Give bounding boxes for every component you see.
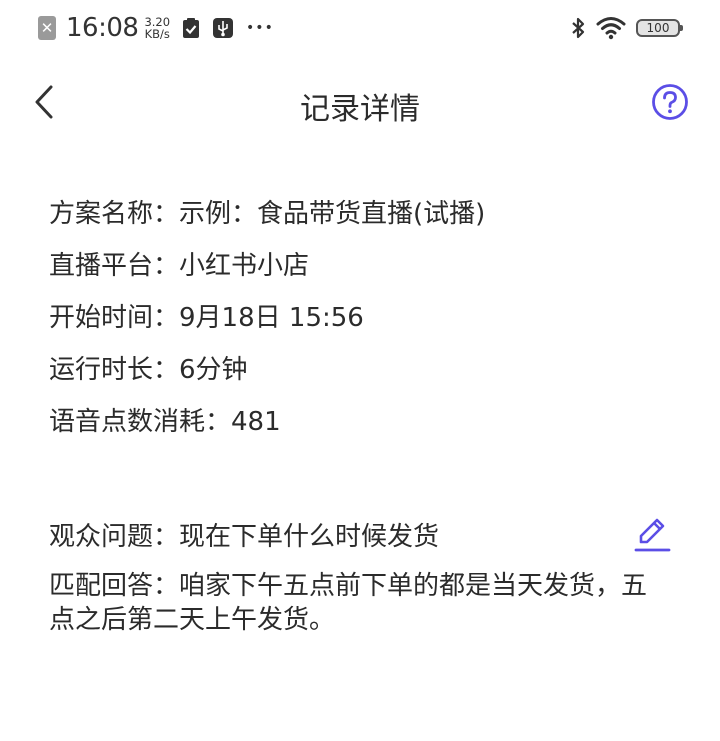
page-title: 记录详情 — [300, 92, 420, 127]
audience-question: 观众问题：现在下单什么时候发货 — [49, 515, 679, 569]
answer-label: 匹配回答： — [49, 571, 180, 601]
start-time-value: 9月18日 15:56 — [179, 303, 364, 333]
clipboard-check-icon — [182, 17, 200, 39]
voice-points-value: 481 — [231, 407, 281, 437]
status-bar: ✕ 16:08 3.20 KB/s ••• 100 — [0, 0, 720, 56]
duration-label: 运行时长： — [49, 355, 180, 385]
detail-row-platform: 直播平台：小红书小店 — [49, 244, 679, 296]
edit-answer-button[interactable] — [631, 513, 673, 557]
detail-row-plan-name: 方案名称：示例：食品带货直播(试播) — [49, 192, 679, 244]
clock: 16:08 — [66, 13, 139, 43]
voice-points-label: 语音点数消耗： — [49, 407, 232, 437]
detail-row-voice-points: 语音点数消耗：481 — [49, 400, 679, 452]
platform-value: 小红书小店 — [179, 251, 310, 281]
start-time-label: 开始时间： — [49, 303, 180, 333]
help-circle-icon — [652, 84, 688, 120]
wifi-icon — [596, 16, 626, 40]
record-details: 方案名称：示例：食品带货直播(试播) 直播平台：小红书小店 开始时间：9月18日… — [49, 192, 679, 452]
plan-name-value: 示例：食品带货直播(试播) — [179, 199, 486, 229]
plan-name-label: 方案名称： — [49, 199, 180, 229]
platform-label: 直播平台： — [49, 251, 180, 281]
more-dots-icon: ••• — [246, 20, 274, 36]
detail-row-duration: 运行时长：6分钟 — [49, 348, 679, 400]
sim-off-icon: ✕ — [38, 16, 56, 40]
bluetooth-icon — [570, 16, 586, 40]
network-speed-unit: KB/s — [144, 27, 170, 41]
duration-value: 6分钟 — [179, 355, 248, 385]
network-speed: 3.20 KB/s — [144, 16, 170, 40]
status-bar-right: 100 — [570, 12, 683, 44]
nav-bar: 记录详情 — [0, 70, 720, 134]
matched-answer: 匹配回答：咱家下午五点前下单的都是当天发货，五点之后第二天上午发货。 — [49, 569, 659, 637]
question-text: 现在下单什么时候发货 — [179, 522, 440, 552]
question-label: 观众问题： — [49, 522, 180, 552]
battery-icon: 100 — [636, 19, 683, 37]
detail-row-start-time: 开始时间：9月18日 15:56 — [49, 296, 679, 348]
qa-block: 观众问题：现在下单什么时候发货 匹配回答：咱家下午五点前下单的都是当天发货，五点… — [49, 515, 679, 637]
status-bar-left: ✕ 16:08 3.20 KB/s ••• — [38, 12, 274, 44]
help-button[interactable] — [650, 82, 690, 122]
usb-icon — [212, 17, 234, 39]
edit-pencil-icon — [634, 518, 671, 552]
battery-level: 100 — [646, 21, 670, 35]
